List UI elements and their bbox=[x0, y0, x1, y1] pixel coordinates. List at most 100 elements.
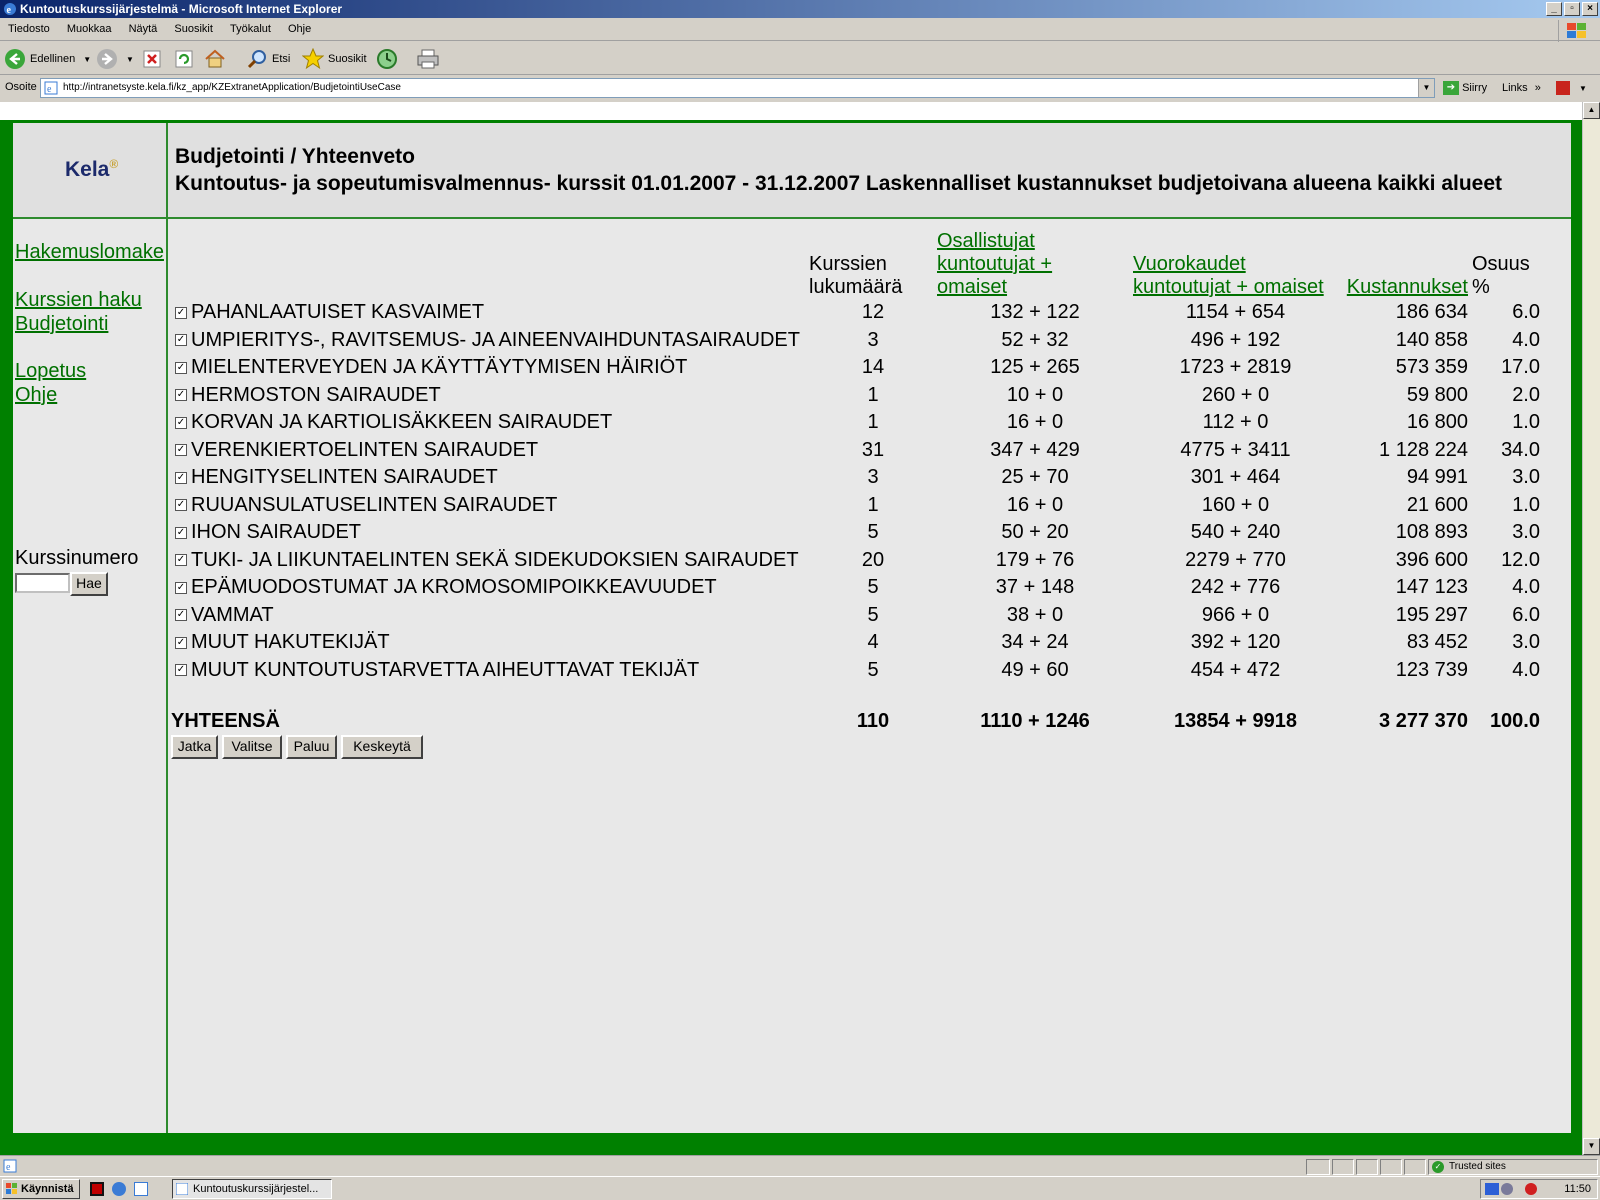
chevron-down-icon: ▼ bbox=[126, 54, 134, 64]
row-name-label: MUUT KUNTOUTUSTARVETTA AIHEUTTAVAT TEKIJ… bbox=[191, 658, 700, 681]
quicklaunch-app-icon[interactable] bbox=[90, 1182, 104, 1196]
chevron-down-icon[interactable]: ▼ bbox=[1579, 84, 1587, 93]
scroll-up-button[interactable]: ▲ bbox=[1583, 102, 1600, 119]
vertical-scrollbar[interactable]: ▲ ▼ bbox=[1582, 102, 1600, 1155]
stop-icon bbox=[143, 50, 161, 68]
menu-file[interactable]: Tiedosto bbox=[0, 19, 56, 35]
history-button[interactable] bbox=[376, 47, 398, 71]
system-tray: 11:50 bbox=[1480, 1179, 1598, 1199]
jatka-button[interactable]: Jatka bbox=[171, 735, 218, 759]
print-button[interactable] bbox=[416, 47, 440, 71]
stop-button[interactable] bbox=[142, 47, 162, 71]
row-checkbox[interactable]: ✓ bbox=[175, 471, 187, 484]
row-costs: 123 739 bbox=[1395, 658, 1468, 681]
row-days: 454 + 472 bbox=[1190, 658, 1281, 681]
acrobat-icon[interactable] bbox=[1555, 81, 1570, 95]
close-button[interactable]: × bbox=[1582, 2, 1598, 16]
windows-logo-icon bbox=[1558, 20, 1594, 42]
menu-tools[interactable]: Työkalut bbox=[222, 19, 277, 35]
sort-participants-link[interactable]: Osallistujat kuntoutujat + omaiset bbox=[937, 230, 1052, 298]
minimize-button[interactable]: _ bbox=[1546, 2, 1562, 16]
row-participants: 50 + 20 bbox=[1001, 521, 1069, 544]
row-checkbox[interactable]: ✓ bbox=[175, 306, 187, 319]
maximize-button[interactable]: ▫ bbox=[1564, 2, 1580, 16]
row-share: 1.0 bbox=[1512, 493, 1540, 516]
refresh-button[interactable] bbox=[174, 47, 194, 71]
header-days[interactable]: Vuorokaudet kuntoutujat + omaiset bbox=[1133, 230, 1338, 299]
tray-alert-icon[interactable] bbox=[1525, 1183, 1537, 1195]
kela-logo: Kela® bbox=[65, 157, 119, 181]
row-days: 160 + 0 bbox=[1201, 493, 1270, 516]
valitse-button[interactable]: Valitse bbox=[222, 735, 282, 759]
sort-costs-link[interactable]: Kustannukset bbox=[1347, 276, 1468, 298]
row-checkbox[interactable]: ✓ bbox=[175, 361, 187, 374]
status-cell bbox=[1380, 1159, 1402, 1175]
page-subtitle: Kuntoutus- ja sopeutumisvalmennus- kurss… bbox=[175, 172, 1503, 195]
menu-edit[interactable]: Muokkaa bbox=[59, 19, 118, 35]
clock: 11:50 bbox=[1564, 1183, 1591, 1195]
sidebar-link-kurssien-haku[interactable]: Kurssien haku bbox=[15, 289, 142, 312]
row-checkbox[interactable]: ✓ bbox=[175, 664, 187, 677]
row-checkbox[interactable]: ✓ bbox=[175, 581, 187, 594]
row-share: 3.0 bbox=[1512, 631, 1540, 654]
row-participants: 52 + 32 bbox=[1001, 328, 1069, 351]
row-costs: 195 297 bbox=[1395, 603, 1468, 626]
go-button[interactable]: ➔ Siirry bbox=[1443, 81, 1487, 95]
row-checkbox[interactable]: ✓ bbox=[175, 389, 187, 402]
keskeyta-button[interactable]: Keskeytä bbox=[341, 735, 423, 759]
row-days: 112 + 0 bbox=[1202, 411, 1269, 434]
row-checkbox[interactable]: ✓ bbox=[175, 416, 187, 429]
row-checkbox[interactable]: ✓ bbox=[175, 526, 187, 539]
favorites-button[interactable]: Suosikit bbox=[302, 47, 367, 71]
row-checkbox[interactable]: ✓ bbox=[175, 444, 187, 457]
address-dropdown-button[interactable]: ▼ bbox=[1418, 79, 1434, 97]
header-participants[interactable]: Osallistujat kuntoutujat + omaiset bbox=[937, 230, 1133, 299]
quicklaunch-ie-icon[interactable] bbox=[112, 1182, 126, 1196]
start-button[interactable]: Käynnistä bbox=[2, 1179, 80, 1199]
back-button[interactable]: Edellinen ▼ bbox=[4, 47, 91, 71]
row-name: ✓ MUUT HAKUTEKIJÄT bbox=[171, 629, 809, 657]
search-button[interactable]: Etsi bbox=[246, 47, 290, 71]
menu-view[interactable]: Näytä bbox=[121, 19, 164, 35]
address-input[interactable]: e http://intranetsyste.kela.fi/kz_app/KZ… bbox=[40, 78, 1435, 98]
window-title: Kuntoutuskurssijärjestelmä - Microsoft I… bbox=[20, 2, 343, 16]
course-number-input[interactable] bbox=[15, 573, 70, 593]
row-checkbox[interactable]: ✓ bbox=[175, 609, 187, 622]
sidebar-link-ohje[interactable]: Ohje bbox=[15, 384, 57, 407]
svg-text:e: e bbox=[47, 84, 52, 95]
search-course-button[interactable]: Hae bbox=[70, 572, 108, 596]
forward-button[interactable]: ▼ bbox=[96, 47, 134, 71]
menu-help[interactable]: Ohje bbox=[280, 19, 317, 35]
zone-label: Trusted sites bbox=[1449, 1161, 1506, 1172]
row-count: 3 bbox=[867, 466, 879, 489]
links-toolbar[interactable]: Links » ▼ bbox=[1502, 81, 1587, 95]
row-days: 966 + 0 bbox=[1201, 603, 1270, 626]
row-share: 4.0 bbox=[1512, 576, 1540, 599]
toolbar: Edellinen ▼ ▼ Etsi Suosikit bbox=[0, 43, 1600, 75]
row-count: 31 bbox=[861, 438, 885, 461]
row-checkbox[interactable]: ✓ bbox=[175, 334, 187, 347]
home-button[interactable] bbox=[204, 47, 226, 71]
row-days: 4775 + 3411 bbox=[1180, 438, 1291, 461]
row-share: 1.0 bbox=[1512, 411, 1540, 434]
sort-days-link[interactable]: Vuorokaudet kuntoutujat + omaiset bbox=[1133, 253, 1324, 298]
sidebar-link-lopetus[interactable]: Lopetus bbox=[15, 360, 86, 383]
row-participants: 34 + 24 bbox=[1001, 631, 1069, 654]
tray-network-icon[interactable] bbox=[1485, 1183, 1499, 1195]
taskbar-window-button[interactable]: Kuntoutuskurssijärjestel... bbox=[172, 1179, 332, 1199]
sidebar-link-budjetointi[interactable]: Budjetointi bbox=[15, 313, 108, 336]
header-costs[interactable]: Kustannukset bbox=[1338, 230, 1468, 299]
status-bar: e ✓ Trusted sites bbox=[0, 1155, 1600, 1175]
quicklaunch-ie-icon[interactable] bbox=[134, 1182, 148, 1196]
row-checkbox[interactable]: ✓ bbox=[175, 499, 187, 512]
scroll-down-button[interactable]: ▼ bbox=[1583, 1138, 1600, 1155]
paluu-button[interactable]: Paluu bbox=[286, 735, 337, 759]
table-row: ✓ EPÄMUODOSTUMAT JA KROMOSOMIPOIKKEAVUUDE… bbox=[171, 574, 1544, 602]
menu-favorites[interactable]: Suosikit bbox=[166, 19, 219, 35]
row-count: 5 bbox=[867, 603, 879, 626]
tray-security-icon[interactable] bbox=[1501, 1183, 1513, 1195]
row-checkbox[interactable]: ✓ bbox=[175, 554, 187, 567]
sidebar-link-hakemuslomake[interactable]: Hakemuslomake bbox=[15, 241, 164, 264]
row-checkbox[interactable]: ✓ bbox=[175, 636, 187, 649]
sidebar: Hakemuslomake Kurssien haku Budjetointi … bbox=[13, 219, 168, 1133]
